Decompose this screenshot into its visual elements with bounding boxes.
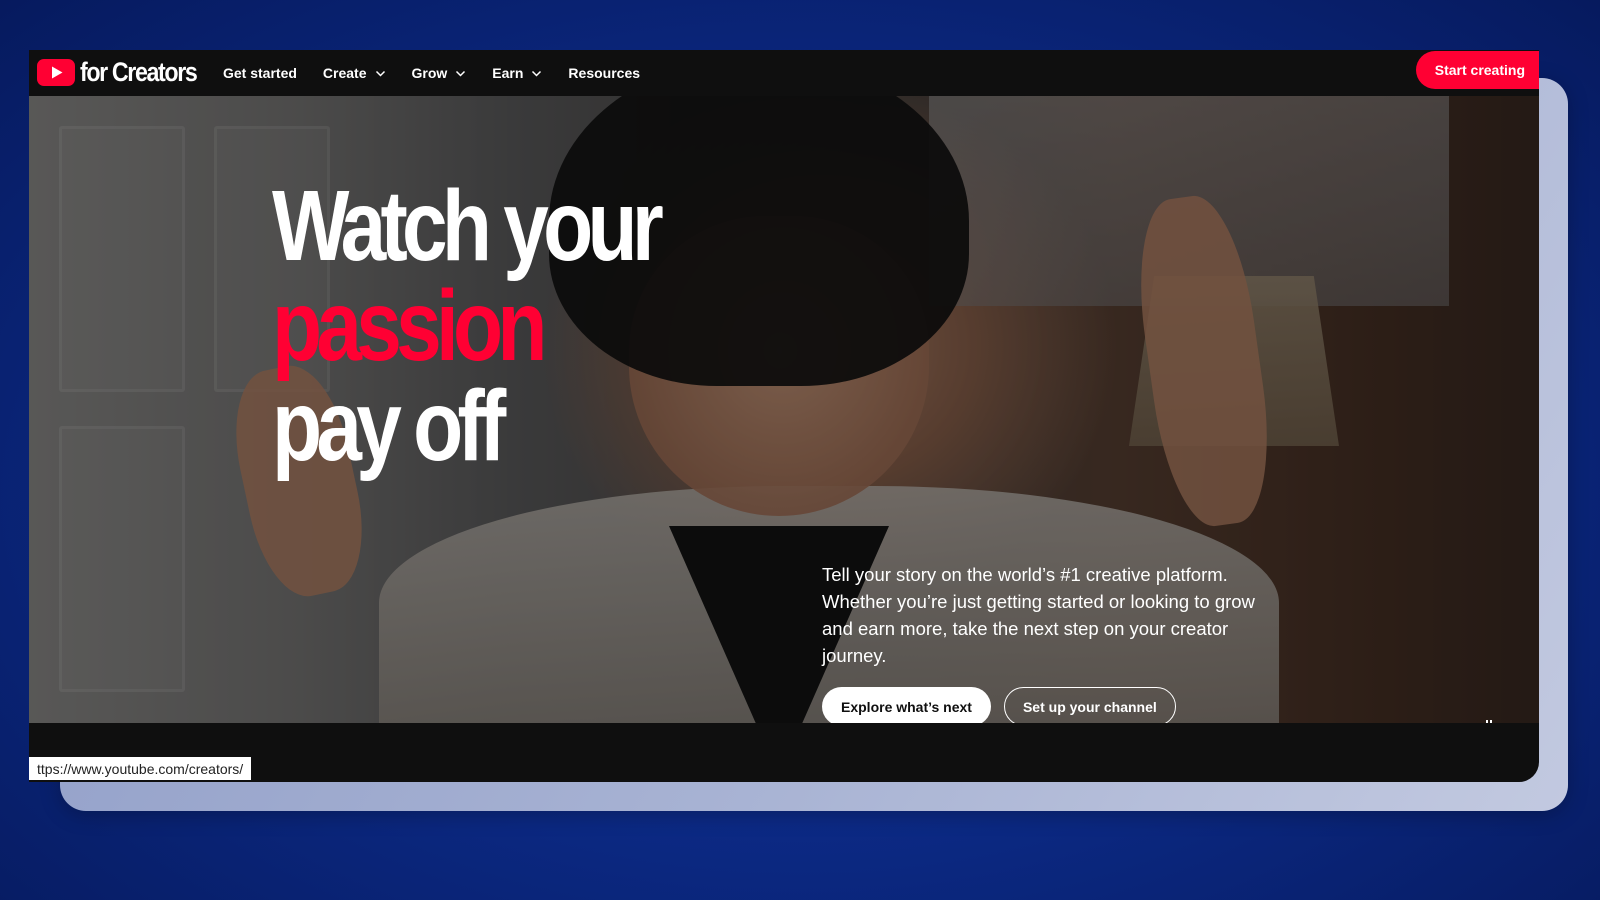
nav-item-label: Get started bbox=[223, 65, 297, 81]
hero-video-section: Watch your passion pay off Tell your sto… bbox=[29, 96, 1539, 723]
nav-item-label: Create bbox=[322, 65, 367, 81]
video-dim-overlay bbox=[29, 96, 1539, 723]
link-preview-status-bar: ttps://www.youtube.com/creators/ bbox=[29, 757, 252, 780]
logo-text: for Creators bbox=[80, 57, 198, 87]
explore-whats-next-button[interactable]: Explore what’s next bbox=[822, 687, 991, 723]
start-creating-button[interactable]: Start creating bbox=[1415, 51, 1539, 89]
nav-item-label: Earn bbox=[492, 65, 524, 81]
nav-item-create[interactable]: Create bbox=[323, 65, 386, 81]
nav-item-grow[interactable]: Grow bbox=[412, 65, 467, 81]
browser-window: for Creators Get started Create Grow Ear… bbox=[29, 50, 1539, 782]
youtube-play-icon bbox=[37, 59, 75, 86]
headline-line-1: Watch your bbox=[272, 170, 664, 282]
nav-item-earn[interactable]: Earn bbox=[492, 65, 542, 81]
nav-item-label: Grow bbox=[411, 65, 448, 81]
headline-line-3: pay off bbox=[272, 370, 506, 482]
nav-item-label: Resources bbox=[568, 65, 641, 81]
chevron-down-icon bbox=[456, 70, 466, 77]
pause-icon[interactable] bbox=[1481, 717, 1497, 723]
top-navigation-bar: for Creators Get started Create Grow Ear… bbox=[29, 50, 1539, 96]
youtube-for-creators-logo[interactable]: for Creators bbox=[37, 57, 215, 88]
chevron-down-icon bbox=[375, 70, 385, 77]
main-nav: Get started Create Grow Earn Resources bbox=[223, 50, 666, 96]
nav-item-resources[interactable]: Resources bbox=[568, 65, 640, 81]
nav-item-get-started[interactable]: Get started bbox=[223, 65, 297, 81]
set-up-channel-button[interactable]: Set up your channel bbox=[1003, 687, 1176, 723]
hero-description: Tell your story on the world’s #1 creati… bbox=[822, 564, 1255, 666]
chevron-down-icon bbox=[532, 70, 542, 77]
hero-actions: Explore what’s next Set up your channel bbox=[822, 687, 1176, 723]
hero-headline: Watch your passion pay off bbox=[272, 170, 664, 482]
headline-line-2: passion bbox=[272, 270, 547, 382]
